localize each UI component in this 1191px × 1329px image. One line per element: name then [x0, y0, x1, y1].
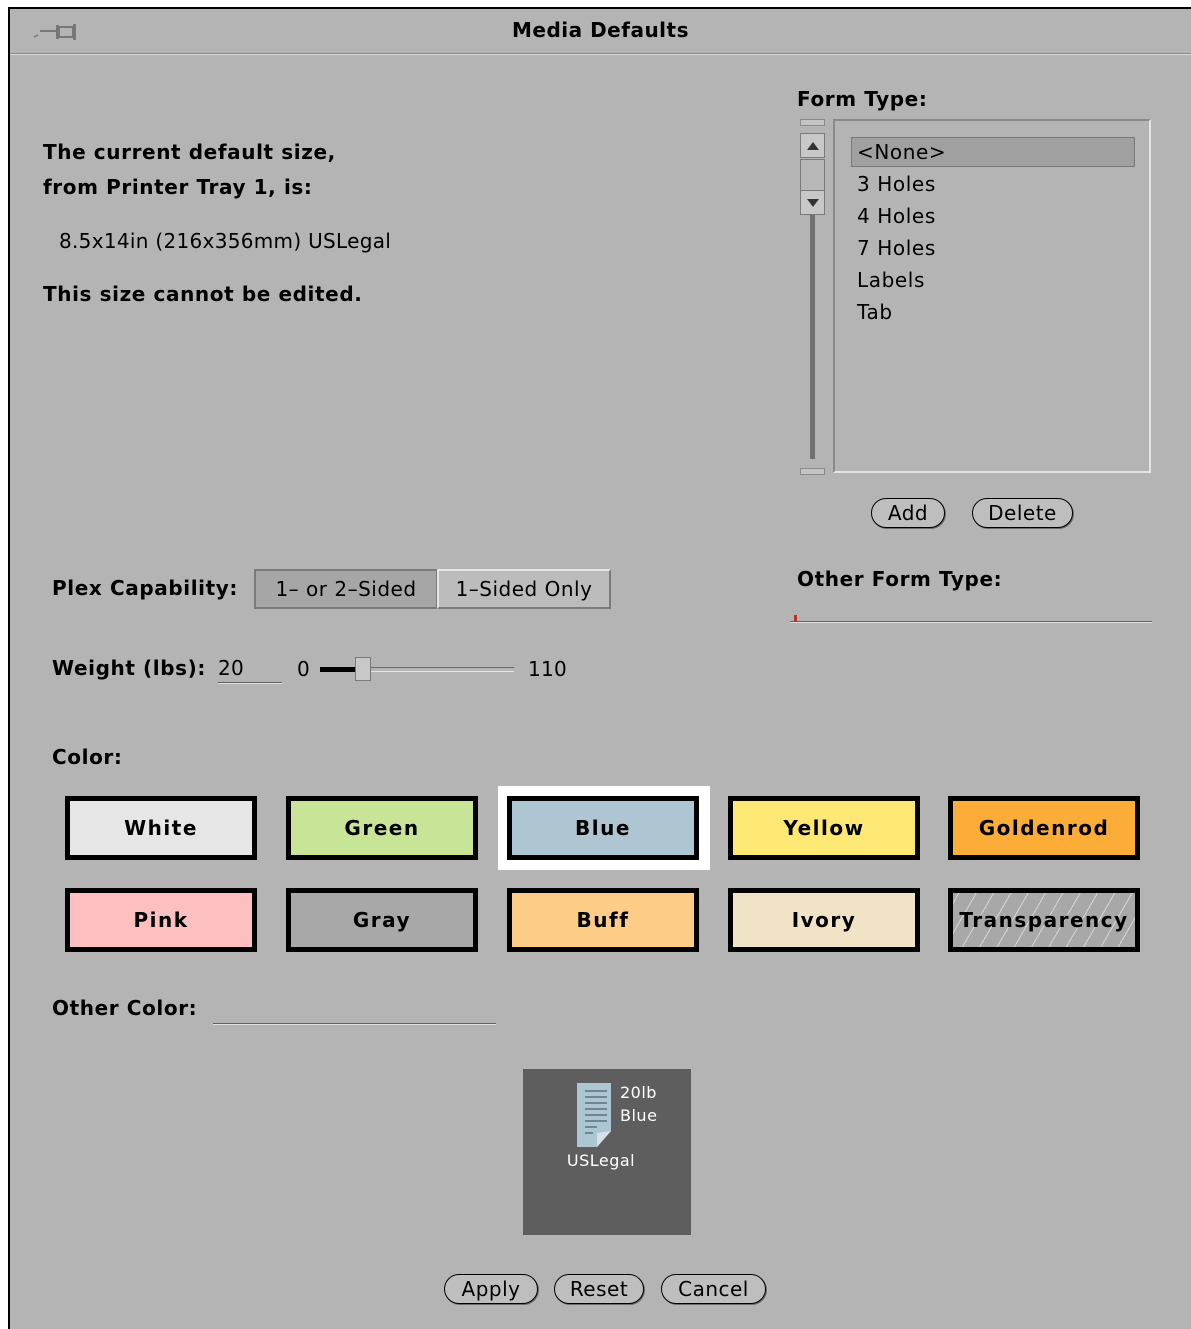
paper-sheet-icon — [577, 1083, 611, 1147]
color-swatch-green[interactable]: Green — [286, 796, 478, 860]
color-label: Color: — [52, 745, 123, 769]
media-preview: 20lb Blue USLegal — [523, 1069, 691, 1235]
media-defaults-window: Media Defaults The current default size,… — [8, 7, 1191, 1329]
arrow-up-icon — [806, 141, 819, 150]
other-form-type-label: Other Form Type: — [797, 567, 1003, 591]
form-type-item-3-holes[interactable]: 3 Holes — [857, 172, 936, 196]
other-color-field[interactable] — [213, 997, 496, 1024]
color-swatch-pink[interactable]: Pink — [65, 888, 257, 952]
weight-input[interactable]: 20 — [218, 656, 282, 683]
preview-weight: 20lb — [620, 1083, 657, 1102]
form-type-item-tab[interactable]: Tab — [857, 300, 893, 324]
plex-option-1-sided-only[interactable]: 1–Sided Only — [437, 569, 611, 609]
slider-fill — [320, 667, 355, 672]
other-color-label: Other Color: — [52, 996, 198, 1020]
plex-option-1-or-2-sided[interactable]: 1– or 2–Sided — [254, 569, 437, 609]
plex-capability-label: Plex Capability: — [52, 576, 239, 600]
weight-min: 0 — [297, 657, 311, 681]
slider-thumb[interactable] — [355, 657, 371, 681]
color-swatch-goldenrod[interactable]: Goldenrod — [948, 796, 1140, 860]
form-type-scrollbar[interactable] — [800, 119, 825, 475]
form-type-label: Form Type: — [797, 87, 928, 111]
form-type-item-7-holes[interactable]: 7 Holes — [857, 236, 936, 260]
weight-label: Weight (lbs): — [52, 656, 207, 680]
arrow-down-icon — [806, 198, 819, 207]
apply-button[interactable]: Apply — [444, 1274, 538, 1304]
scroll-up-button[interactable] — [800, 133, 825, 158]
size-note: This size cannot be edited. — [43, 282, 363, 306]
default-size-line1: The current default size, — [43, 140, 336, 164]
scrollbar-track[interactable] — [810, 215, 815, 459]
color-swatch-gray[interactable]: Gray — [286, 888, 478, 952]
other-form-type-field[interactable] — [790, 609, 1152, 622]
color-swatch-transparency[interactable]: Transparency — [948, 888, 1140, 952]
form-type-item-4-holes[interactable]: 4 Holes — [857, 204, 936, 228]
color-swatch-ivory[interactable]: Ivory — [728, 888, 920, 952]
form-type-item-none[interactable]: <None> — [857, 140, 946, 164]
default-size-line2: from Printer Tray 1, is: — [43, 175, 313, 199]
weight-max: 110 — [528, 657, 568, 681]
color-swatch-yellow[interactable]: Yellow — [728, 796, 920, 860]
text-cursor — [794, 615, 797, 622]
form-type-item-labels[interactable]: Labels — [857, 268, 925, 292]
scrollbar-bottom-cap — [800, 468, 825, 475]
color-swatch-buff[interactable]: Buff — [507, 888, 699, 952]
scroll-down-button[interactable] — [800, 190, 825, 215]
preview-color: Blue — [620, 1106, 658, 1125]
weight-slider[interactable] — [320, 657, 514, 681]
reset-button[interactable]: Reset — [554, 1274, 644, 1304]
cancel-button[interactable]: Cancel — [661, 1274, 766, 1304]
scrollbar-top-cap — [800, 119, 825, 126]
color-swatch-blue[interactable]: Blue — [507, 796, 699, 860]
title-bar: Media Defaults — [10, 9, 1191, 54]
delete-form-type-button[interactable]: Delete — [972, 498, 1073, 528]
default-size-value: 8.5x14in (216x356mm) USLegal — [59, 229, 392, 253]
color-swatch-white[interactable]: White — [65, 796, 257, 860]
window-title: Media Defaults — [511, 18, 690, 42]
add-form-type-button[interactable]: Add — [871, 498, 945, 528]
form-type-list[interactable]: <None> 3 Holes 4 Holes 7 Holes Labels Ta… — [833, 119, 1151, 473]
preview-size: USLegal — [566, 1151, 636, 1170]
